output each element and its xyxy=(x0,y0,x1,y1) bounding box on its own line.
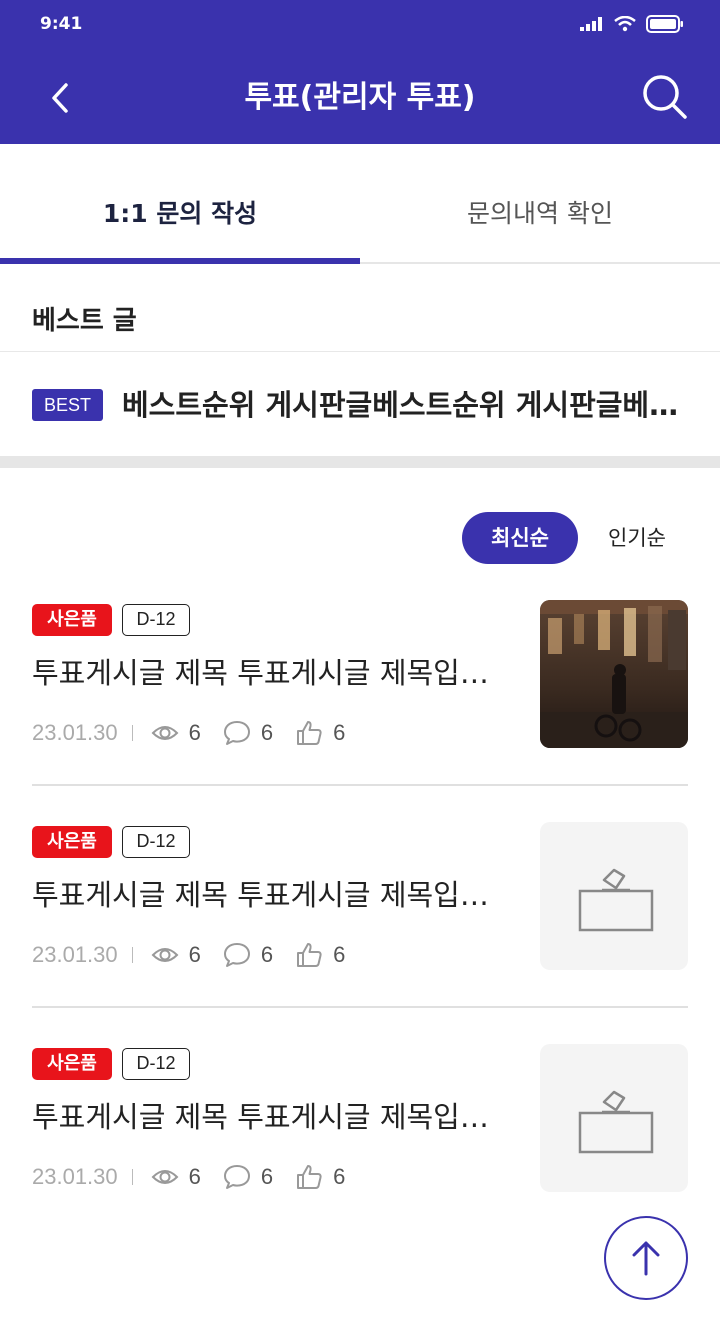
search-button[interactable] xyxy=(640,72,690,122)
status-icons xyxy=(580,14,684,34)
arrow-up-icon xyxy=(632,1241,660,1276)
dday-tag: D-12 xyxy=(122,604,190,636)
thumbs-up-icon xyxy=(295,1163,323,1191)
comment-count: 6 xyxy=(260,942,274,967)
active-tab-indicator xyxy=(0,258,360,264)
post-title: 투표게시글 제목 투표게시글 제목입니다 xyxy=(32,1100,512,1134)
sort-popular-button[interactable]: 인기순 xyxy=(592,512,682,564)
post-title: 투표게시글 제목 투표게시글 제목입니다 xyxy=(32,656,512,690)
like-count: 6 xyxy=(333,1164,346,1189)
post-thumbnail-photo xyxy=(540,600,688,748)
comment-count: 6 xyxy=(260,720,274,745)
post-thumbnail-placeholder xyxy=(540,1044,688,1192)
divider xyxy=(32,784,688,786)
post-thumbnail-placeholder xyxy=(540,822,688,970)
comment-icon xyxy=(223,720,251,746)
view-count: 6 xyxy=(188,1164,201,1189)
best-post-item[interactable]: BEST 베스트순위 게시판글베스트순위 게시판글베스트순위 게시판글 xyxy=(0,352,720,456)
comment-icon xyxy=(223,942,251,968)
post-title: 투표게시글 제목 투표게시글 제목입니다 xyxy=(32,878,512,912)
post-meta: 23.01.30 6 6 6 xyxy=(32,940,367,970)
best-badge: BEST xyxy=(32,389,103,421)
post-date: 23.01.30 xyxy=(32,1164,118,1189)
page-title: 투표(관리자 투표) xyxy=(244,80,476,115)
meta-separator xyxy=(131,725,133,741)
tab-bar: 1:1 문의 작성 문의내역 확인 xyxy=(0,144,720,264)
post-date: 23.01.30 xyxy=(32,942,118,967)
post-date: 23.01.30 xyxy=(32,720,118,745)
search-icon xyxy=(643,75,687,119)
wifi-icon xyxy=(614,16,636,32)
view-count: 6 xyxy=(188,720,201,745)
back-button[interactable] xyxy=(40,76,80,120)
app-header: 9:41 투표(관리자 투표) xyxy=(0,0,720,144)
gift-tag: 사은품 xyxy=(32,604,112,636)
ballot-box-icon xyxy=(578,868,654,932)
divider xyxy=(32,1006,688,1008)
meta-separator xyxy=(131,947,133,963)
like-count: 6 xyxy=(333,720,346,745)
tab-inquiry-write[interactable]: 1:1 문의 작성 xyxy=(0,144,360,264)
battery-icon xyxy=(646,15,683,33)
signal-icon xyxy=(580,17,602,31)
post-item[interactable]: 사은품 D-12 투표게시글 제목 투표게시글 제목입니다 23.01.30 6… xyxy=(32,822,688,970)
chevron-left-icon xyxy=(52,83,68,113)
best-section-title: 베스트 글 xyxy=(32,306,137,336)
tab-inquiry-history[interactable]: 문의내역 확인 xyxy=(360,144,720,264)
like-count: 6 xyxy=(333,942,346,967)
meta-separator xyxy=(131,1169,133,1185)
comment-icon xyxy=(223,1164,251,1190)
eye-icon xyxy=(151,723,179,743)
post-meta: 23.01.30 6 6 6 xyxy=(32,718,367,748)
best-post-title: 베스트순위 게시판글베스트순위 게시판글베스트순위 게시판글 xyxy=(122,388,690,422)
section-divider xyxy=(0,456,720,468)
eye-icon xyxy=(151,945,179,965)
gift-tag: 사은품 xyxy=(32,826,112,858)
dday-tag: D-12 xyxy=(122,1048,190,1080)
eye-icon xyxy=(151,1167,179,1187)
comment-count: 6 xyxy=(260,1164,274,1189)
status-time: 9:41 xyxy=(40,14,83,34)
post-meta: 23.01.30 6 6 6 xyxy=(32,1162,367,1192)
sort-latest-button[interactable]: 최신순 xyxy=(462,512,578,564)
thumbs-up-icon xyxy=(295,719,323,747)
view-count: 6 xyxy=(188,942,201,967)
dday-tag: D-12 xyxy=(122,826,190,858)
scroll-to-top-button[interactable] xyxy=(604,1216,688,1300)
post-item[interactable]: 사은품 D-12 투표게시글 제목 투표게시글 제목입니다 23.01.30 6… xyxy=(32,600,688,748)
gift-tag: 사은품 xyxy=(32,1048,112,1080)
post-item[interactable]: 사은품 D-12 투표게시글 제목 투표게시글 제목입니다 23.01.30 6… xyxy=(32,1044,688,1192)
thumbs-up-icon xyxy=(295,941,323,969)
ballot-box-icon xyxy=(578,1090,654,1154)
